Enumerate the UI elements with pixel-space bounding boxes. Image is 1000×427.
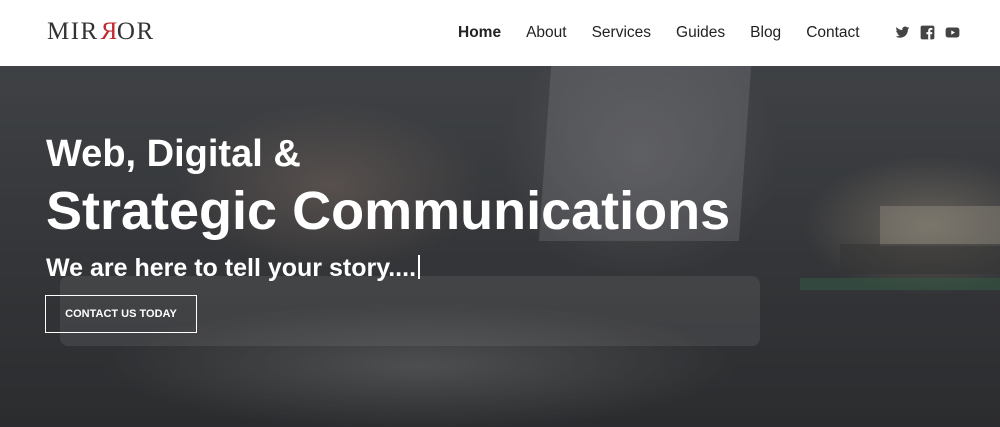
nav-item-blog[interactable]: Blog	[750, 22, 781, 44]
main-nav: Home About Services Guides Blog Contact	[458, 22, 885, 44]
hero-overlay	[0, 66, 1000, 427]
nav-item-services[interactable]: Services	[592, 22, 651, 44]
contact-us-button[interactable]: CONTACT US TODAY	[45, 295, 197, 333]
youtube-icon[interactable]	[945, 25, 960, 40]
hero-banner: Web, Digital & Strategic Communications …	[0, 66, 1000, 427]
nav-item-about[interactable]: About	[526, 22, 567, 44]
hero-heading-line1: Web, Digital &	[46, 133, 301, 175]
social-links	[895, 25, 960, 40]
facebook-icon[interactable]	[920, 25, 935, 40]
nav-item-guides[interactable]: Guides	[676, 22, 725, 44]
hero-tagline-text: We are here to tell your story....	[46, 254, 417, 282]
twitter-icon[interactable]	[895, 25, 910, 40]
nav-item-home[interactable]: Home	[458, 22, 501, 44]
site-header: MIRROR Home About Services Guides Blog C…	[0, 0, 1000, 66]
typing-cursor	[418, 255, 421, 279]
hero-tagline: We are here to tell your story....	[46, 252, 421, 284]
hero-heading-line2: Strategic Communications	[46, 181, 731, 241]
site-logo[interactable]: MIRROR	[47, 17, 155, 47]
nav-item-contact[interactable]: Contact	[806, 22, 859, 44]
